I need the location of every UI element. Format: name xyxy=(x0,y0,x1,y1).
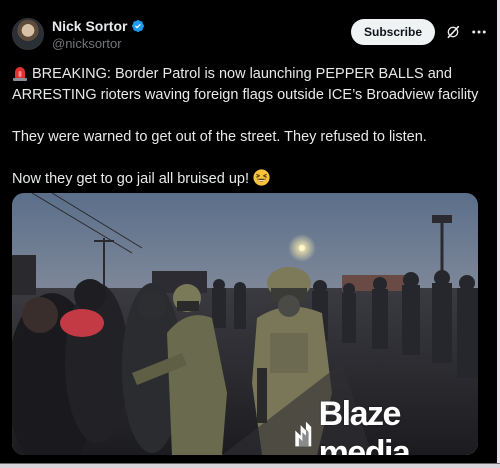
author-display-name[interactable]: Nick Sortor xyxy=(52,18,127,34)
more-options-icon[interactable] xyxy=(470,23,488,41)
blaze-media-watermark-text: Blaze media xyxy=(318,395,411,455)
post-text-paragraph-3: Now they get to go jail all bruised up! xyxy=(12,169,488,190)
post-text-paragraph-1: BREAKING: Border Patrol is now launching… xyxy=(12,64,488,106)
post-text-line-1: BREAKING: Border Patrol is now launching… xyxy=(12,66,479,103)
avatar[interactable] xyxy=(12,18,44,50)
post-header: Nick Sortor @nicksortor Subscribe xyxy=(12,14,488,56)
blaze-media-watermark: Blaze media xyxy=(290,395,478,455)
blaze-flame-logo-icon xyxy=(295,421,312,447)
post-frame: Nick Sortor @nicksortor Subscribe BREAKI… xyxy=(0,0,500,468)
grinning-squinting-face-emoji xyxy=(253,169,270,186)
author-handle[interactable]: @nicksortor xyxy=(52,36,122,51)
rotating-light-emoji xyxy=(13,67,27,81)
subscribe-button[interactable]: Subscribe xyxy=(351,19,435,45)
verified-badge-icon xyxy=(132,20,145,32)
grok-icon[interactable] xyxy=(445,24,461,40)
author-name-row: Nick Sortor xyxy=(52,18,145,34)
post-text-line-3: Now they get to go jail all bruised up! xyxy=(12,171,249,187)
post-text: BREAKING: Border Patrol is now launching… xyxy=(12,64,488,190)
window-edge-bottom xyxy=(0,464,500,468)
post-media-video[interactable]: Blaze media xyxy=(12,193,478,455)
post-text-line-2: They were warned to get out of the stree… xyxy=(12,129,427,145)
